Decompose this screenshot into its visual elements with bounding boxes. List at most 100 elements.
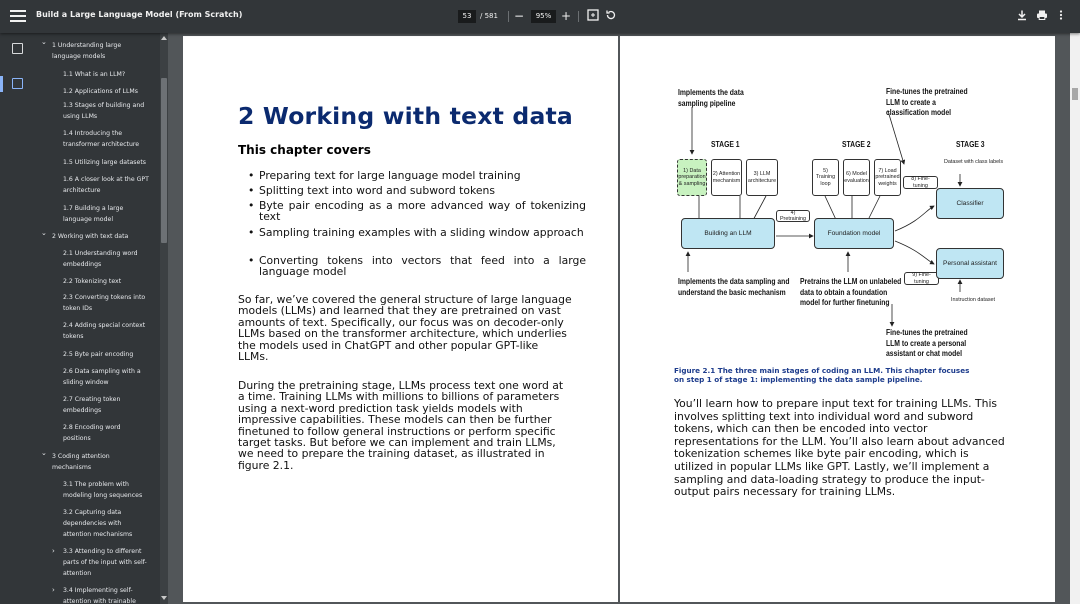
pdf-page-right: Implements the data sampling pipeline Fin… <box>620 36 1055 602</box>
outline-item-label: 1.3 Stages of building and using LLMs <box>63 102 145 121</box>
paragraph: During the pretraining stage, LLMs proce… <box>238 379 564 472</box>
outline-section-item[interactable]: 2.1 Understanding word embeddings <box>63 248 149 270</box>
toolbar-divider <box>508 11 509 22</box>
active-tab-indicator <box>0 76 3 92</box>
outline-section-item[interactable]: 2.2 Tokenizing text <box>63 276 149 287</box>
chevron-right-icon[interactable]: › <box>52 585 55 596</box>
outline-item-label: 2 Working with text data <box>52 233 129 240</box>
stage-label: STAGE 1 <box>711 140 740 149</box>
outline-chapter-item[interactable]: 3 Coding attention mechanisms ⌄ <box>41 449 148 473</box>
outline-item-label: 1.7 Building a large language model <box>63 205 124 224</box>
outline-section-item[interactable]: 3.2 Capturing data dependencies with att… <box>63 507 149 541</box>
outline-section-item[interactable]: 1.3 Stages of building and using LLMs <box>63 100 149 122</box>
bullet-item: • Byte pair encoding as a more advanced w… <box>248 199 586 224</box>
step-box-highlighted: 1) Data preparation & sampling <box>677 159 707 196</box>
outline-chapter-item[interactable]: 1 Understanding large language models ⌄ <box>41 38 148 62</box>
page-total: / 581 <box>480 12 498 20</box>
menu-icon[interactable] <box>10 8 26 24</box>
personal-assistant-box: Personal assistant <box>936 248 1004 279</box>
zoom-out-button[interactable]: − <box>512 9 526 23</box>
outline-item-label: 3 Coding attention mechanisms <box>52 453 110 472</box>
chevron-down-icon[interactable]: ⌄ <box>41 37 47 48</box>
outline-chapter-item[interactable]: 2 Working with text data ⌄ <box>41 229 148 242</box>
outline-section-item[interactable]: 2.5 Byte pair encoding <box>63 349 149 360</box>
main-scrollbar[interactable] <box>1070 33 1080 604</box>
stage-label: STAGE 3 <box>956 140 985 149</box>
step-box: 7) Load pretrained weights <box>874 159 901 196</box>
toolbar-divider <box>578 11 579 22</box>
chevron-down-icon[interactable]: ⌄ <box>41 228 47 239</box>
step-box: 8) Fine-tuning <box>903 176 938 189</box>
outline-section-item[interactable]: 2.7 Creating token embeddings <box>63 394 149 416</box>
outline-section-item[interactable]: 2.4 Adding special context tokens <box>63 320 149 342</box>
chapter-title: 2 Working with text data <box>238 102 573 130</box>
outline-section-item[interactable]: 1.5 Utilizing large datasets <box>63 157 149 168</box>
step-box: 2) Attention mechanism <box>711 159 742 196</box>
chevron-down-icon[interactable]: ⌄ <box>41 448 47 459</box>
outline-section-item[interactable]: 1.6 A closer look at the GPT architectur… <box>63 174 149 196</box>
page-number-input[interactable]: 53 <box>458 10 476 23</box>
download-icon[interactable] <box>1015 9 1029 23</box>
stage-label: STAGE 2 <box>842 140 871 149</box>
pdf-viewer: 2 Working with text data This chapter co… <box>168 33 1070 604</box>
step-box: 5) Training loop <box>812 159 839 196</box>
outline-scrollbar[interactable] <box>160 33 168 604</box>
paragraph: So far, we’ve covered the general struct… <box>238 293 572 364</box>
outline-item-label: 3.4 Implementing self-attention with tra… <box>63 587 136 604</box>
thumbnails-icon[interactable] <box>12 43 23 54</box>
outline-item-label: 1.6 A closer look at the GPT architectur… <box>63 176 149 195</box>
outline-section-item[interactable]: 2.6 Data sampling with a sliding window <box>63 366 149 388</box>
figure-caption: Figure 2.1 The three main stages of codi… <box>674 366 970 384</box>
rotate-icon[interactable] <box>604 9 618 23</box>
scroll-down-icon[interactable] <box>161 596 167 600</box>
outline-section-item[interactable]: 3.4 Implementing self-attention with tra… <box>52 585 149 604</box>
step-box: 4) Pretraining <box>776 210 810 222</box>
scroll-up-icon[interactable] <box>161 36 167 40</box>
outline-item-label: 2.4 Adding special context tokens <box>63 322 146 341</box>
document-title: Build a Large Language Model (From Scrat… <box>36 10 243 19</box>
print-icon[interactable] <box>1035 9 1049 23</box>
outline-section-item[interactable]: 2.8 Encoding word positions <box>63 422 149 444</box>
annotation: Implements the data sampling pipeline <box>678 88 744 108</box>
dataset-label: Instruction dataset <box>951 297 996 303</box>
paragraph: You’ll learn how to prepare input text f… <box>674 397 1005 499</box>
outline-section-item[interactable]: 1.7 Building a large language model <box>63 203 149 225</box>
step-box: 3) LLM architecture <box>746 159 778 196</box>
outline-item-label: 1.2 Applications of LLMs <box>63 88 138 95</box>
outline-section-item[interactable]: 2.3 Converting tokens into token IDs <box>63 292 149 314</box>
outline-item-label: 2.6 Data sampling with a sliding window <box>63 368 141 387</box>
outline-section-item[interactable]: 1.2 Applications of LLMs <box>63 86 149 97</box>
outline-icon[interactable] <box>12 78 23 89</box>
outline-section-item[interactable]: 3.3 Attending to different parts of the … <box>52 546 149 580</box>
annotation: Fine-tunes the pretrained LLM to create a… <box>886 87 968 117</box>
outline-section-item[interactable]: 1.1 What is an LLM? <box>63 69 149 80</box>
pdf-toolbar: Build a Large Language Model (From Scrat… <box>0 0 1080 33</box>
bullet-item: • Splitting text into word and subword to… <box>248 184 495 197</box>
outline-scrollbar-thumb[interactable] <box>161 78 167 243</box>
outline-item-label: 2.3 Converting tokens into token IDs <box>63 294 146 313</box>
outline-section-item[interactable]: 1.4 Introducing the transformer architec… <box>63 128 149 150</box>
dataset-label: Dataset with class labels <box>944 159 1004 165</box>
chevron-right-icon[interactable]: › <box>52 546 55 557</box>
outline-item-label: 2.5 Byte pair encoding <box>63 351 134 358</box>
pdf-page-left: 2 Working with text data This chapter co… <box>183 36 618 602</box>
outline-item-label: 2.1 Understanding word embeddings <box>63 250 138 269</box>
outline-item-label: 3.1 The problem with modeling long seque… <box>63 481 143 500</box>
outline-item-label: 3.3 Attending to different parts of the … <box>63 548 147 578</box>
step-box: 6) Model evaluation <box>843 159 870 196</box>
outline-section-item[interactable]: 3.1 The problem with modeling long seque… <box>63 479 149 501</box>
building-llm-box: Building an LLM <box>681 218 775 249</box>
zoom-in-button[interactable]: + <box>559 9 573 23</box>
zoom-input[interactable]: 95% <box>531 10 556 23</box>
bullet-item: • Preparing text for large language model… <box>248 169 521 182</box>
bullet-item: • Sampling training examples with a slidi… <box>248 226 584 239</box>
chapter-covers-heading: This chapter covers <box>238 143 371 157</box>
more-options-icon[interactable] <box>1054 9 1068 23</box>
outline-item-label: 2.2 Tokenizing text <box>63 278 122 285</box>
main-scrollbar-thumb[interactable] <box>1072 88 1078 100</box>
fit-page-icon[interactable] <box>586 9 600 23</box>
classifier-box: Classifier <box>936 188 1004 219</box>
sidebar-tab-rail <box>0 33 35 604</box>
outline-item-label: 1.1 What is an LLM? <box>63 71 126 78</box>
bullet-item: • Converting tokens into vectors that fee… <box>248 254 586 279</box>
